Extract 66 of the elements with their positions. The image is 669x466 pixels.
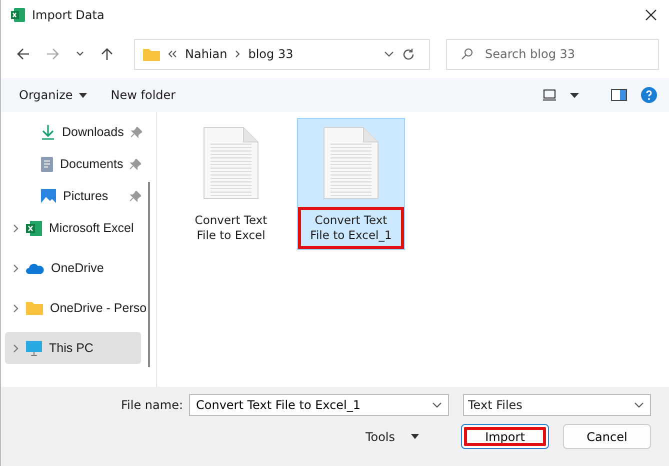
caret-icon[interactable] [570, 92, 579, 98]
chevron-right-icon [235, 50, 240, 58]
chevron-down-icon[interactable] [634, 402, 644, 408]
sidebar-label: Pictures [63, 189, 108, 203]
cancel-button[interactable]: Cancel [563, 424, 651, 449]
scrollbar[interactable] [148, 182, 150, 367]
sidebar-item[interactable]: OneDrive [5, 252, 141, 284]
organize-menu[interactable]: Organize [19, 88, 73, 102]
file-item[interactable]: Convert Text File to Excel [177, 118, 285, 250]
caret-icon[interactable] [78, 92, 87, 98]
close-icon[interactable] [645, 9, 657, 21]
sidebar-label: This PC [49, 341, 94, 355]
double-chevron-left-icon[interactable] [168, 50, 177, 58]
search-icon [461, 48, 473, 60]
view-icon[interactable] [543, 89, 556, 101]
chevron-right-icon[interactable] [13, 224, 19, 232]
cloud-icon [26, 262, 44, 274]
chevron-down-icon[interactable] [384, 51, 394, 57]
chevron-right-icon[interactable] [13, 344, 19, 352]
file-name: Convert Text File to Excel_1 [298, 207, 404, 249]
sidebar-item[interactable]: Documents [5, 148, 141, 180]
path-segment[interactable]: blog 33 [248, 47, 294, 61]
sidebar-label: Documents [60, 157, 124, 171]
window-title: Import Data [32, 8, 104, 22]
caret-icon[interactable] [411, 434, 419, 439]
sidebar-label: Downloads [62, 125, 124, 139]
back-arrow-icon[interactable] [16, 47, 30, 61]
pin-icon[interactable] [130, 190, 141, 202]
tools-menu[interactable]: Tools [365, 430, 395, 444]
sidebar-label: Microsoft Excel [49, 221, 134, 235]
file-item[interactable]: Convert Text File to Excel_1 [297, 118, 405, 250]
path-segment[interactable]: Nahian [185, 47, 228, 61]
pin-icon[interactable] [130, 126, 142, 138]
chevron-right-icon[interactable] [13, 264, 19, 272]
chevron-down-icon[interactable] [76, 51, 84, 57]
file-name-label: File name: [121, 398, 183, 412]
refresh-icon[interactable] [402, 48, 415, 60]
monitor-icon [26, 340, 42, 356]
picture-icon [41, 189, 56, 203]
help-icon[interactable] [641, 87, 657, 103]
sidebar-label: OneDrive - Perso [50, 301, 147, 315]
file-name-field[interactable]: Convert Text File to Excel_1 [189, 394, 449, 416]
file-name-input[interactable]: Convert Text File to Excel_1 [194, 397, 428, 413]
folder-icon [143, 47, 160, 61]
pin-icon[interactable] [130, 158, 142, 170]
file-name: Convert Text File to Excel [194, 212, 268, 244]
sidebar-item[interactable]: This PC [5, 332, 141, 364]
preview-pane-icon[interactable] [611, 89, 627, 101]
search-field[interactable]: Search blog 33 [446, 38, 659, 70]
sidebar-label: OneDrive [51, 261, 104, 275]
document-icon [41, 156, 53, 172]
sidebar-item[interactable]: Pictures [5, 180, 141, 212]
spreadsheet-app-icon [10, 7, 26, 23]
chevron-down-icon[interactable] [432, 402, 442, 408]
download-icon [41, 124, 55, 140]
import-button[interactable]: Import [461, 424, 549, 449]
search-input[interactable]: Search blog 33 [483, 46, 627, 62]
chevron-right-icon[interactable] [13, 304, 19, 312]
up-arrow-icon[interactable] [100, 47, 114, 61]
new-folder-button[interactable]: New folder [110, 88, 176, 102]
sidebar-item[interactable]: Downloads [5, 116, 141, 148]
file-type-dropdown[interactable]: Text Files [463, 394, 651, 416]
address-bar[interactable]: Nahian blog 33 [134, 38, 430, 70]
spreadsheet-app-icon [26, 220, 42, 236]
sidebar-item[interactable]: Microsoft Excel [5, 212, 141, 244]
folder-icon [26, 301, 43, 315]
